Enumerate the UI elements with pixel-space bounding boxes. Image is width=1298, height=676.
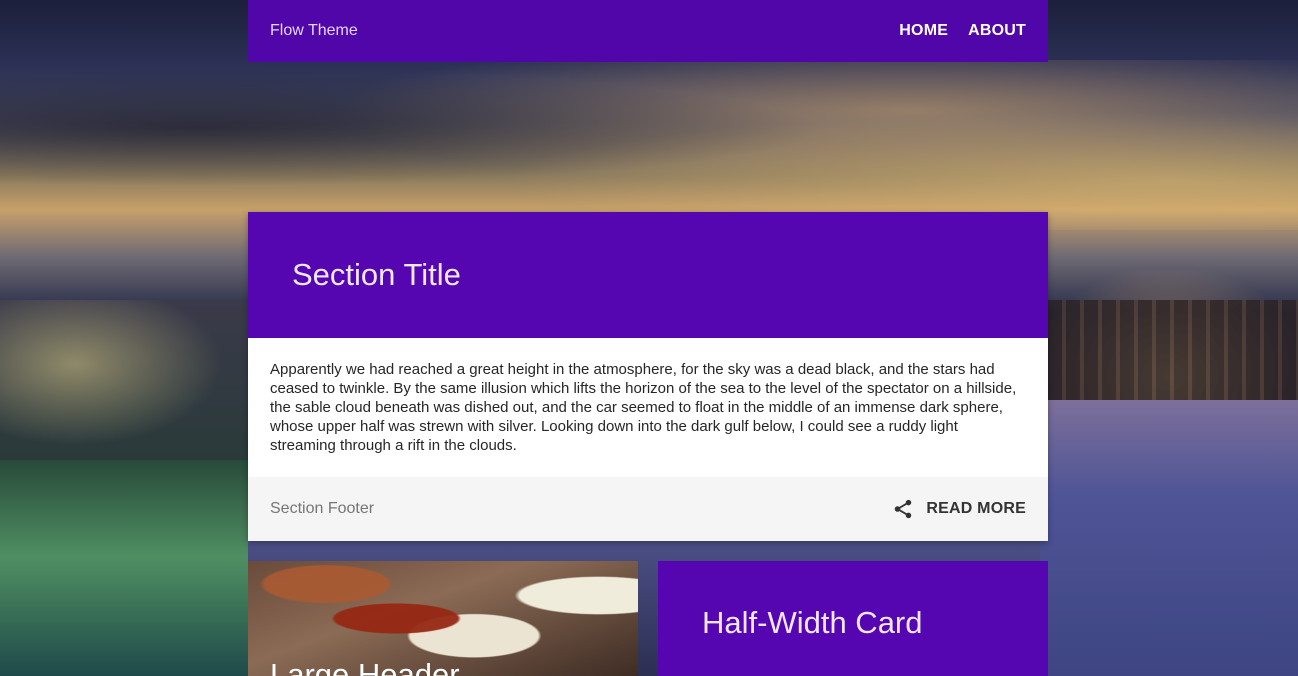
nav-about-link[interactable]: ABOUT	[968, 22, 1026, 40]
section-footer-label: Section Footer	[270, 500, 375, 517]
brand-title[interactable]: Flow Theme	[270, 22, 358, 40]
share-icon[interactable]	[892, 498, 914, 520]
section-footer-actions: READ MORE	[892, 498, 1026, 520]
top-navigation-container: Flow Theme HOME ABOUT	[248, 0, 1048, 62]
background-right-city	[1048, 300, 1298, 410]
large-header-title: Large Header	[270, 657, 460, 676]
nav-home-link[interactable]: HOME	[899, 22, 948, 40]
section-card-header: Section Title	[248, 212, 1048, 338]
section-card-footer: Section Footer READ MORE	[248, 477, 1048, 541]
background-left-city	[0, 300, 248, 460]
image-card: Large Header	[248, 561, 638, 676]
section-card: Section Title Apparently we had reached …	[248, 212, 1048, 541]
half-width-card: Half-Width Card	[658, 561, 1048, 676]
background-left-water	[0, 460, 248, 676]
section-card-body: Apparently we had reached a great height…	[270, 361, 1017, 454]
half-width-card-title: Half-Width Card	[702, 605, 923, 640]
top-app-bar: Flow Theme HOME ABOUT	[248, 0, 1048, 62]
background-clouds	[0, 60, 1298, 230]
background-right-water	[1040, 400, 1298, 676]
main-nav: HOME ABOUT	[899, 22, 1026, 40]
read-more-button[interactable]: READ MORE	[926, 500, 1026, 518]
section-title: Section Title	[292, 257, 461, 292]
